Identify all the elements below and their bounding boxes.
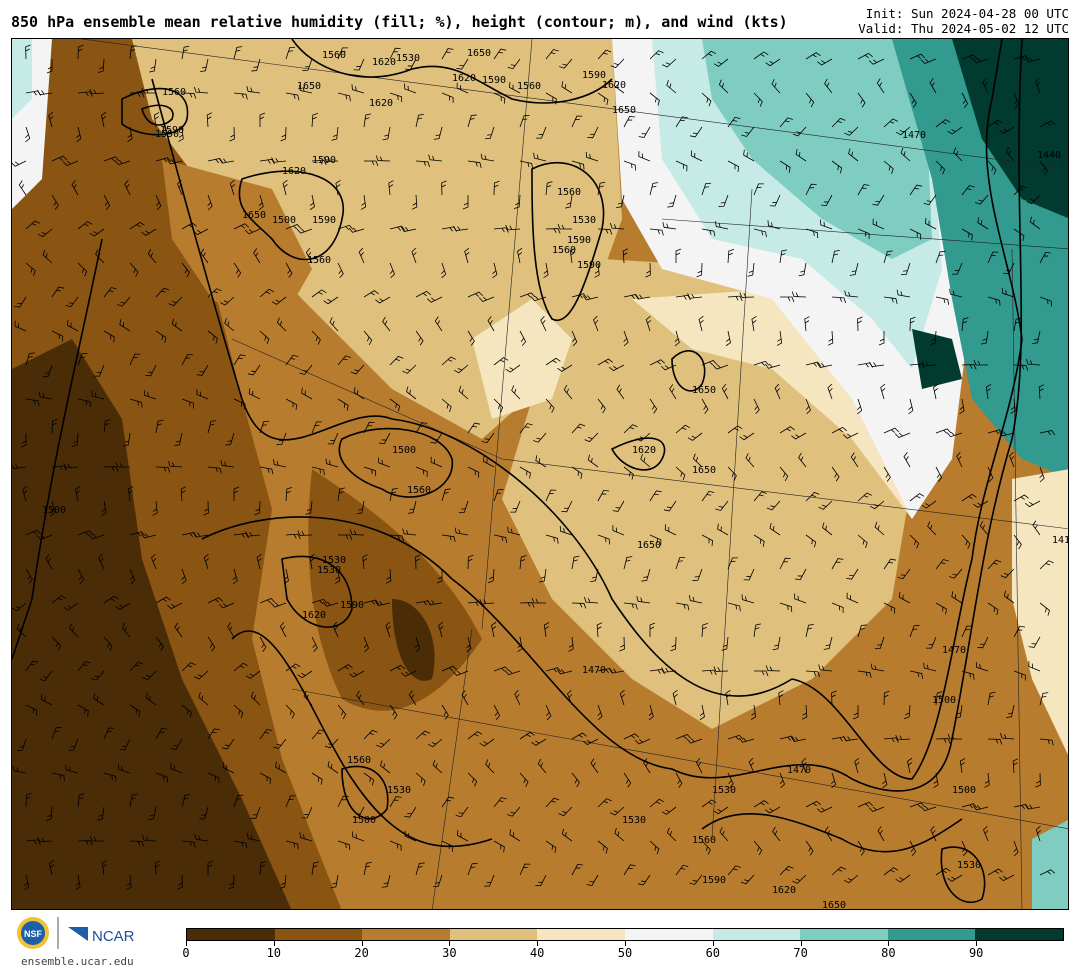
colorbar-tick-label: 80 [881, 946, 896, 960]
colorbar-segment [975, 929, 1063, 940]
map-canvas: 1560159016501620153015601620159016201650… [12, 39, 1069, 910]
contour-label: 1470 [582, 665, 606, 676]
contour-label: 1620 [369, 98, 393, 109]
colorbar-segment [187, 929, 275, 940]
contour-label: 1500 [392, 445, 416, 456]
colorbar-tick-label: 10 [266, 946, 282, 960]
colorbar-tick-label: 0 [182, 946, 190, 960]
contour-label: 1560 [557, 187, 581, 198]
contour-label: 1590 [155, 129, 179, 140]
ncar-text: NCAR [92, 928, 135, 945]
nsf-text: NSF [24, 929, 43, 939]
contour-label: 1590 [577, 260, 601, 271]
colorbar-segment [800, 929, 888, 940]
colorbar-segment [887, 929, 976, 940]
contour-label: 1620 [632, 445, 656, 456]
colorbar-segment [537, 929, 625, 940]
contour-label: 1530 [322, 555, 346, 566]
contour-label: 1530 [317, 565, 341, 576]
contour-label: 1650 [242, 210, 266, 221]
ncar-swoosh-icon [68, 927, 88, 941]
logo-graphic: NSF NCAR [17, 917, 135, 949]
contour-label: 1650 [692, 465, 716, 476]
contour-label: 1620 [452, 73, 476, 84]
colorbar-tick-label: 30 [442, 946, 457, 960]
colorbar-segment [449, 929, 538, 940]
contour-label: 1410 [1052, 535, 1069, 546]
contour-label: 1650 [692, 385, 716, 396]
colorbar-tick-label: 70 [793, 946, 808, 960]
init-time: Init: Sun 2024-04-28 00 UTC [865, 6, 1069, 21]
contour-label: 1530 [622, 815, 646, 826]
contour-label: 1530 [572, 215, 596, 226]
site-url: ensemble.ucar.edu [21, 955, 134, 968]
contour-label: 1560 [692, 835, 716, 846]
colorbar [186, 928, 1064, 941]
contour-label: 1590 [482, 75, 506, 86]
run-times: Init: Sun 2024-04-28 00 UTC Valid: Thu 2… [858, 6, 1069, 36]
contour-label: 1530 [387, 785, 411, 796]
contour-label: 1500 [352, 815, 376, 826]
contour-label: 1590 [340, 600, 364, 611]
contour-label: 1500 [272, 215, 296, 226]
colorbar-tick-label: 20 [354, 946, 369, 960]
contour-label: 1650 [612, 105, 636, 116]
colorbar-segment [624, 929, 713, 940]
contour-label: 1650 [822, 900, 846, 910]
contour-label: 1560 [162, 87, 186, 98]
contour-label: 1620 [302, 610, 326, 621]
contour-label: 1590 [582, 70, 606, 81]
colorbar-tick-label: 50 [617, 946, 633, 960]
colorbar-segment [712, 929, 801, 940]
chart-title: 850 hPa ensemble mean relative humidity … [11, 13, 788, 31]
contour-label: 1620 [772, 885, 796, 896]
contour-label: 1620 [372, 57, 396, 68]
colorbar-tick-label: 90 [968, 946, 984, 960]
contour-label: 1590 [702, 875, 726, 886]
contour-label: 1500 [952, 785, 976, 796]
contour-label: 1440 [1037, 150, 1061, 161]
contour-label: 1470 [902, 130, 926, 141]
contour-label: 1590 [567, 235, 591, 246]
contour-label: 1500 [932, 695, 956, 706]
colorbar-segment [362, 929, 450, 940]
contour-label: 1470 [787, 765, 811, 776]
contour-label: 1530 [957, 860, 981, 871]
contour-label: 1530 [712, 785, 736, 796]
contour-label: 1560 [517, 81, 541, 92]
colorbar-tick-label: 40 [529, 946, 545, 960]
footer-logos: NSF NCAR [14, 913, 144, 953]
colorbar-tick-label: 60 [705, 946, 721, 960]
weather-map: 1560 1590 1650 1620 1530 1560 1620 1590 1620 1650… [11, 38, 1069, 910]
contour-label: 1530 [396, 53, 420, 64]
contour-label: 1470 [942, 645, 966, 656]
contour-label: 1560 [347, 755, 371, 766]
contour-label: 1590 [312, 215, 336, 226]
colorbar-segment [274, 929, 363, 940]
colorbar-ticks: 0 10 20 30 40 50 60 70 80 90 [182, 941, 1064, 971]
contour-label: 1650 [467, 48, 491, 59]
contour-label: 1560 [407, 485, 431, 496]
valid-time: Valid: Thu 2024-05-02 12 UTC [858, 21, 1069, 36]
contour-label: 1620 [282, 166, 306, 177]
